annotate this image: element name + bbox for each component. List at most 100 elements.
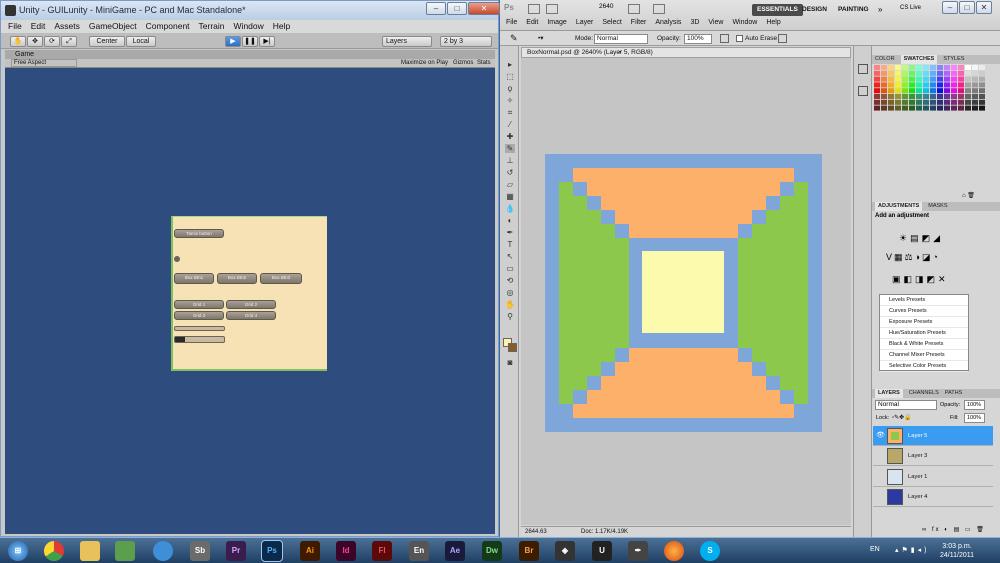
canvas-area[interactable] (521, 58, 851, 525)
layer-panel-buttons[interactable]: ∞ fx ◐ ▤ ▭ 🗑 (922, 526, 986, 533)
tab-adjustments[interactable]: ADJUSTMENTS (875, 202, 923, 211)
hand-tool-button[interactable]: ✋ (10, 36, 26, 47)
zoom-level[interactable]: 2640 (599, 3, 613, 10)
layer-row[interactable]: Layer 4 (873, 487, 993, 507)
ps-menu-analysis[interactable]: Analysis (655, 19, 681, 26)
app-sb[interactable]: Sb (190, 541, 210, 561)
menu-gameobject[interactable]: GameObject (89, 20, 137, 33)
app-ae[interactable]: Ae (445, 541, 465, 561)
layer-opacity-input[interactable]: 100% (964, 400, 985, 410)
blend-mode-select[interactable]: Normal (875, 400, 937, 410)
preset-levels[interactable]: Levels Presets (880, 295, 968, 306)
app-br[interactable]: Br (519, 541, 539, 561)
type-tool-icon[interactable]: T (505, 240, 515, 249)
menu-window[interactable]: Window (234, 20, 264, 33)
unity-taskbar-icon[interactable]: ◈ (555, 541, 575, 561)
hand-tool-icon[interactable]: ✋ (505, 300, 515, 309)
explorer-icon[interactable] (80, 541, 100, 561)
3d-rotate-tool-icon[interactable]: ⟲ (505, 276, 515, 285)
preset-hue-saturation[interactable]: Hue/Saturation Presets (880, 328, 968, 339)
layers-dropdown[interactable]: Layers (382, 36, 432, 47)
preset-channel-mixer[interactable]: Channel Mixer Presets (880, 350, 968, 361)
ps-menu-3d[interactable]: 3D (690, 19, 699, 26)
layer-row[interactable]: Layer 1 (873, 467, 993, 487)
start-button[interactable]: ⊞ (8, 541, 28, 561)
box-button-3[interactable]: Box Btn3 (260, 273, 302, 284)
thunderbird-icon[interactable] (153, 541, 173, 561)
app-ai[interactable]: Ai (300, 541, 320, 561)
scale-tool-button[interactable]: ⤢ (61, 36, 77, 47)
menu-help[interactable]: Help (273, 20, 290, 33)
stats-toggle[interactable]: Stats (477, 59, 491, 68)
preset-selective-color[interactable]: Selective Color Presets (880, 361, 968, 372)
menu-assets[interactable]: Assets (54, 20, 80, 33)
path-select-tool-icon[interactable]: ↖ (505, 252, 515, 261)
ps-menu-select[interactable]: Select (602, 19, 621, 26)
quick-mask-icon[interactable]: ◙ (505, 358, 515, 367)
opacity-input[interactable]: 100% (684, 34, 712, 44)
pivot-local-button[interactable]: Local (126, 36, 156, 47)
dodge-tool-icon[interactable]: ◐ (505, 216, 515, 225)
ps-maximize-button[interactable]: □ (959, 1, 975, 14)
workspace-painting[interactable]: PAINTING (833, 4, 874, 16)
chrome-icon[interactable] (44, 541, 64, 561)
users-icon[interactable] (115, 541, 135, 561)
app-en[interactable]: En (409, 541, 429, 561)
preset-curves[interactable]: Curves Presets (880, 306, 968, 317)
auto-erase-checkbox[interactable] (736, 35, 743, 42)
status-zoom[interactable]: 2644.63 (525, 527, 547, 537)
play-button[interactable]: ▶ (225, 36, 241, 47)
healing-tool-icon[interactable]: ✚ (505, 132, 515, 141)
app-fl[interactable]: Fl (372, 541, 392, 561)
minimize-button[interactable]: – (426, 2, 446, 15)
menu-file[interactable]: File (8, 20, 22, 33)
ps-menu-edit[interactable]: Edit (526, 19, 538, 26)
firefox-icon[interactable] (664, 541, 684, 561)
menu-terrain[interactable]: Terrain (199, 20, 225, 33)
grid-button-4[interactable]: Grid 4 (226, 311, 276, 320)
aspect-dropdown[interactable]: Free Aspect (11, 59, 77, 67)
close-button[interactable]: ✕ (468, 2, 500, 15)
cs-live-button[interactable]: CS Live (900, 5, 921, 11)
pen-tool-icon[interactable]: ✒ (505, 228, 515, 237)
tab-masks[interactable]: MASKS (928, 202, 947, 211)
quick-select-tool-icon[interactable]: ✧ (505, 96, 515, 105)
eraser-tool-button-icon[interactable]: ▱ (505, 180, 515, 189)
move-tool-button[interactable]: ✥ (27, 36, 43, 47)
blur-tool-icon[interactable]: 💧 (505, 204, 515, 213)
box-button-2[interactable]: Box Btn2 (217, 273, 257, 284)
menu-component[interactable]: Component (146, 20, 190, 33)
inkscape-taskbar-icon[interactable]: ✒ (628, 541, 648, 561)
tab-styles[interactable]: STYLES (943, 55, 964, 64)
maximize-on-play-toggle[interactable]: Maximize on Play (401, 59, 448, 68)
pause-button[interactable]: ❚❚ (242, 36, 258, 47)
ps-menu-help[interactable]: Help (766, 19, 780, 26)
ps-menu-file[interactable]: File (506, 19, 517, 26)
gradient-tool-icon[interactable]: ▦ (505, 192, 515, 201)
tray-icons[interactable]: ▴⚑▮◂) (895, 546, 930, 554)
document-close-icon[interactable]: × (618, 48, 622, 57)
pressure-toggle[interactable] (778, 34, 787, 43)
app-id[interactable]: Id (336, 541, 356, 561)
app-ps[interactable]: Ps (261, 540, 283, 562)
mode-select[interactable]: Normal (594, 34, 648, 44)
crop-tool-icon[interactable]: ⌗ (505, 108, 515, 117)
swatch-panel-icons[interactable]: ⌂ 🗑 (962, 192, 975, 199)
tab-paths[interactable]: PATHS (945, 389, 963, 398)
lasso-tool-icon[interactable]: ϙ (505, 84, 515, 93)
history-panel-icon[interactable] (858, 64, 868, 74)
preset-exposure[interactable]: Exposure Presets (880, 317, 968, 328)
layer-row[interactable]: 👁 Layer 5 (873, 426, 993, 446)
rotate-tool-button[interactable]: ⟳ (44, 36, 60, 47)
bridge-icon[interactable] (528, 4, 540, 14)
udk-taskbar-icon[interactable]: U (592, 541, 612, 561)
horizontal-slider[interactable] (174, 326, 225, 331)
ps-menu-filter[interactable]: Filter (631, 19, 647, 26)
brush-size-picker[interactable]: •▾ (538, 31, 544, 46)
grid-button-1[interactable]: Grid 1 (174, 300, 224, 309)
swatches-grid[interactable] (872, 64, 992, 112)
tamix-button[interactable]: Tamix button (174, 229, 224, 238)
tab-color[interactable]: COLOR (875, 55, 895, 64)
game-view-tab[interactable]: Game (5, 50, 495, 59)
preset-black-white[interactable]: Black & White Presets (880, 339, 968, 350)
